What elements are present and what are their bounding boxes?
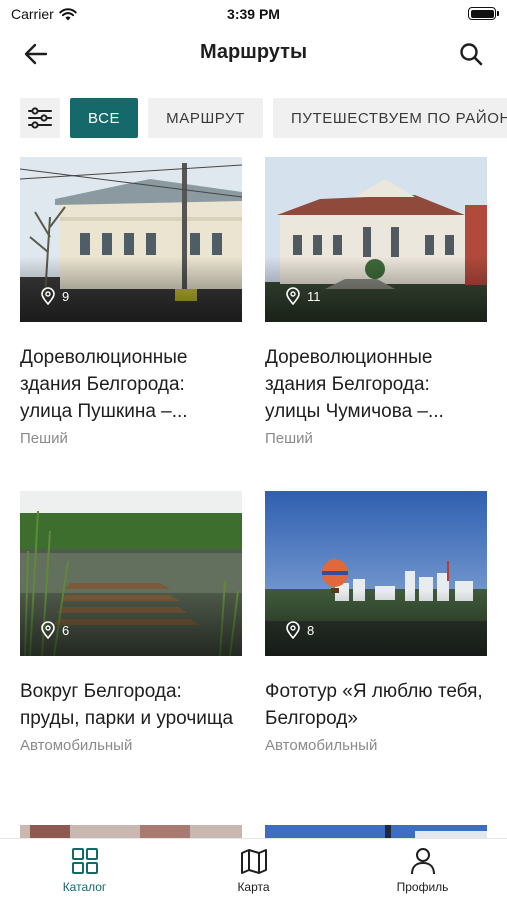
route-name: Фототур «Я люблю тебя, Белгород» (265, 681, 483, 729)
nav-header: Маршруты (0, 32, 507, 74)
tab-bar: Каталог Карта Профиль (0, 838, 507, 900)
tab-profile-label: Профиль (396, 880, 449, 894)
route-type: Пеший (20, 430, 68, 447)
map-pin-icon (286, 287, 300, 305)
tab-catalog-label: Каталог (62, 880, 107, 894)
points-count-value: 8 (307, 622, 315, 638)
points-count-value: 9 (62, 288, 70, 304)
route-name: Дореволюционные здания Белгорода: улица … (20, 347, 188, 422)
route-card[interactable]: 9 Дореволюционные здания Белгорода: улиц… (20, 157, 242, 447)
route-image: 9 (20, 157, 242, 322)
map-icon (240, 849, 267, 874)
route-card[interactable]: 6 Вокруг Белгорода: пруды, парки и урочи… (20, 491, 242, 754)
route-image: 8 (265, 491, 487, 656)
status-time: 3:39 PM (227, 6, 280, 22)
points-count-value: 6 (62, 622, 70, 638)
route-type: Автомобильный (265, 737, 378, 754)
route-card[interactable]: 8 Фототур «Я люблю тебя, Белгород» Автом… (265, 491, 487, 754)
route-type: Автомобильный (20, 737, 133, 754)
map-pin-icon (41, 621, 55, 639)
tab-catalog[interactable]: Каталог (0, 839, 169, 900)
route-type: Пеший (265, 430, 313, 447)
route-card[interactable]: 11 Дореволюционные здания Белгорода: ули… (265, 157, 487, 447)
route-image: 6 (20, 491, 242, 656)
person-icon (410, 848, 435, 875)
points-count: 11 (285, 287, 321, 305)
points-count: 9 (40, 287, 69, 305)
filter-settings-button[interactable] (20, 98, 60, 138)
points-count: 8 (285, 621, 314, 639)
route-name: Вокруг Белгорода: пруды, парки и урочища (20, 681, 234, 729)
route-image: 11 (265, 157, 487, 322)
map-pin-icon (286, 621, 300, 639)
points-count-value: 11 (307, 288, 321, 304)
sliders-icon (28, 107, 52, 129)
chip-all[interactable]: ВСЕ (70, 98, 139, 138)
status-bar: Carrier 3:39 PM (0, 0, 507, 28)
tab-map[interactable]: Карта (169, 839, 338, 900)
chip-route[interactable]: МАРШРУТ (148, 98, 263, 138)
route-name: Дореволюционные здания Белгорода: улицы … (265, 347, 444, 422)
points-count: 6 (40, 621, 69, 639)
filter-bar: ВСЕ МАРШРУТ ПУТЕШЕСТВУЕМ ПО РАЙОНАМ (20, 98, 507, 138)
grid-icon (71, 848, 98, 874)
page-title: Маршруты (199, 41, 308, 63)
tab-profile[interactable]: Профиль (338, 839, 507, 900)
chip-districts[interactable]: ПУТЕШЕСТВУЕМ ПО РАЙОНАМ (272, 98, 507, 138)
search-icon[interactable] (457, 40, 485, 68)
battery-icon (468, 7, 499, 20)
map-pin-icon (41, 287, 55, 305)
tab-map-label: Карта (237, 880, 270, 894)
